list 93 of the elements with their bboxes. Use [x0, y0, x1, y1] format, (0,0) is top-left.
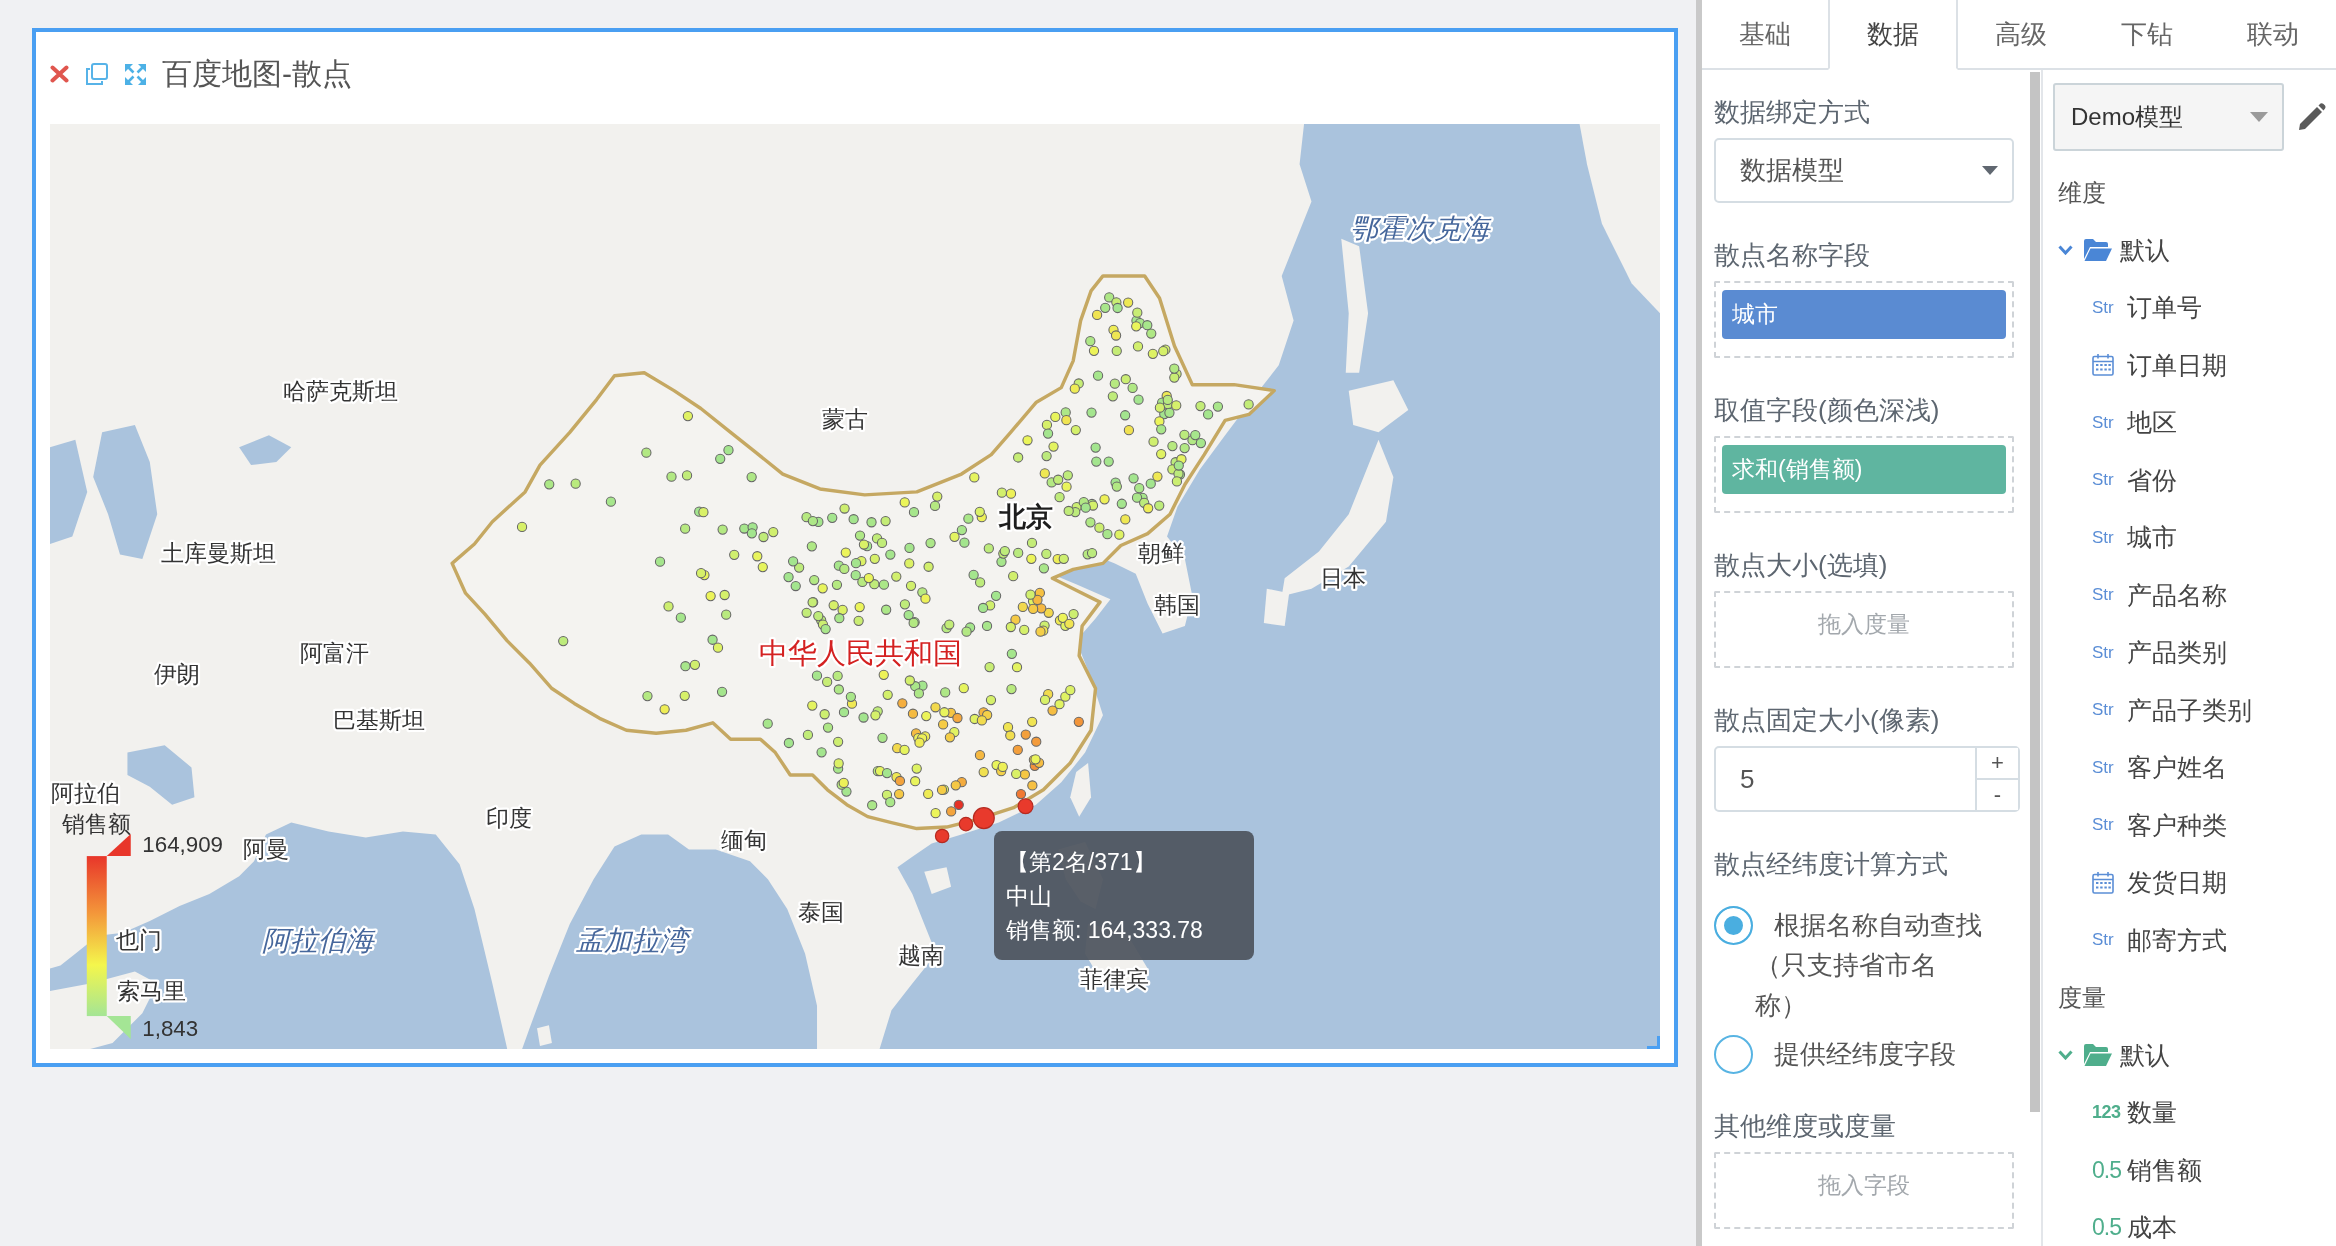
legend-title: 销售额 — [61, 811, 131, 838]
model-select[interactable]: Demo模型 — [2053, 83, 2284, 151]
resize-handle-icon[interactable] — [1647, 1036, 1660, 1049]
field-name[interactable]: 客户种类 — [2127, 808, 2227, 842]
field-name[interactable]: 发货日期 — [2127, 866, 2227, 900]
chevron-down-icon[interactable] — [2058, 245, 2073, 256]
group-heading: 维度 — [2058, 177, 2106, 208]
field-type-label: 123 — [2092, 1102, 2121, 1124]
radio-label[interactable]: 提供经纬度字段 — [1755, 1034, 1985, 1074]
country-label: 朝鲜 — [1138, 540, 1185, 566]
form-label: 其他维度或度量 — [1714, 1110, 1896, 1143]
range-marker-icon — [106, 1016, 131, 1039]
caret-icon — [2250, 112, 2268, 122]
sea-label: 阿拉伯海 — [262, 924, 375, 956]
field-type-label: Str — [2092, 815, 2114, 836]
field-type-label: Str — [2092, 297, 2114, 318]
country-label: 印度 — [485, 805, 532, 832]
country-label: 也门 — [116, 927, 163, 954]
tooltip-rank: 【第2名/371】 — [1006, 848, 1156, 877]
scrollbar[interactable] — [2030, 72, 2040, 1112]
expand-icon[interactable] — [125, 63, 146, 85]
tab[interactable]: 数据 — [1828, 0, 1958, 70]
field-type-label: 0.5 — [2092, 1156, 2121, 1184]
legend-max-value: 164,909 — [142, 832, 224, 858]
field-name[interactable]: 客户姓名 — [2127, 751, 2227, 785]
tooltip-city: 中山 — [1006, 882, 1052, 911]
radio-label[interactable]: 根据名称自动查找（只支持省市名称） — [1755, 905, 1985, 1025]
chevron-down-icon[interactable] — [2058, 1050, 2073, 1061]
radio-button[interactable] — [1714, 1035, 1753, 1074]
country-label: 伊朗 — [153, 660, 200, 687]
field-name[interactable]: 产品名称 — [2127, 578, 2227, 612]
radio-button[interactable] — [1714, 906, 1753, 945]
country-label: 越南 — [898, 942, 945, 969]
field-name[interactable]: 数量 — [2127, 1096, 2177, 1130]
form-label: 散点大小(选填) — [1714, 549, 1888, 582]
binding-select[interactable]: 数据模型 — [1714, 138, 2014, 203]
folder-icon — [2084, 1044, 2112, 1067]
field-type-label: Str — [2092, 700, 2114, 721]
folder-label[interactable]: 默认 — [2120, 1038, 2170, 1072]
field-name[interactable]: 城市 — [2127, 521, 2177, 555]
range-marker-icon — [106, 834, 131, 857]
decrement-button[interactable]: - — [1977, 778, 2018, 810]
field-type-label: Str — [2092, 412, 2114, 433]
country-label: 土库曼斯坦 — [160, 540, 276, 566]
country-label: 阿曼 — [242, 836, 289, 863]
field-name[interactable]: 邮寄方式 — [2127, 923, 2227, 957]
form-label: 散点名称字段 — [1714, 239, 1870, 272]
country-label: 中华人民共和国 — [758, 636, 962, 669]
field-name[interactable]: 省份 — [2127, 463, 2177, 497]
field-type-label: Str — [2092, 757, 2114, 778]
country-label: 韩国 — [1154, 592, 1201, 619]
field-type-label: Str — [2092, 930, 2114, 951]
field-name[interactable]: 销售额 — [2127, 1153, 2202, 1187]
group-heading: 度量 — [2058, 982, 2106, 1013]
country-label: 巴基斯坦 — [333, 706, 426, 733]
number-input[interactable]: 5 — [1716, 748, 1975, 810]
country-label: 哈萨克斯坦 — [282, 377, 398, 404]
field-type-label: Str — [2092, 642, 2114, 663]
country-label: 菲律宾 — [1080, 966, 1150, 992]
legend-min-value: 1,843 — [142, 1015, 199, 1041]
field-type-label: Str — [2092, 470, 2114, 491]
country-label: 泰国 — [798, 898, 845, 925]
tooltip-value: 销售额: 164,333.78 — [1006, 916, 1203, 945]
copy-icon[interactable] — [85, 62, 109, 86]
form-label: 散点固定大小(像素) — [1714, 704, 1940, 737]
field-name[interactable]: 产品类别 — [2127, 636, 2227, 670]
field-name[interactable]: 订单日期 — [2127, 348, 2227, 382]
pencil-icon[interactable] — [2297, 102, 2326, 132]
chart-title: 百度地图-散点 — [162, 55, 352, 92]
field-name[interactable]: 成本 — [2127, 1211, 2177, 1245]
calendar-icon — [2092, 871, 2114, 894]
form-label: 散点经纬度计算方式 — [1714, 848, 1948, 881]
caret-icon — [1982, 166, 1998, 175]
field-type-label: Str — [2092, 527, 2114, 548]
country-label: 蒙古 — [822, 405, 869, 432]
close-icon[interactable] — [50, 65, 69, 83]
field-name[interactable]: 产品子类别 — [2127, 693, 2252, 727]
calendar-icon — [2092, 354, 2114, 377]
form-label: 取值字段(颜色深浅) — [1714, 394, 1940, 427]
country-label: 缅甸 — [721, 827, 768, 854]
country-label: 阿拉伯 — [51, 779, 121, 806]
folder-label[interactable]: 默认 — [2120, 233, 2170, 267]
folder-icon — [2084, 239, 2112, 262]
sea-label: 鄂霍次克海 — [1350, 212, 1491, 244]
field-name[interactable]: 地区 — [2127, 406, 2177, 440]
city-label: 北京 — [998, 502, 1053, 533]
country-label: 阿富汗 — [299, 639, 369, 666]
country-label: 索马里 — [116, 977, 186, 1004]
field-type-label: Str — [2092, 585, 2114, 606]
field-name[interactable]: 订单号 — [2127, 291, 2202, 325]
field-type-label: 0.5 — [2092, 1214, 2121, 1242]
country-label: 日本 — [1319, 565, 1366, 592]
form-label: 数据绑定方式 — [1714, 96, 1870, 129]
